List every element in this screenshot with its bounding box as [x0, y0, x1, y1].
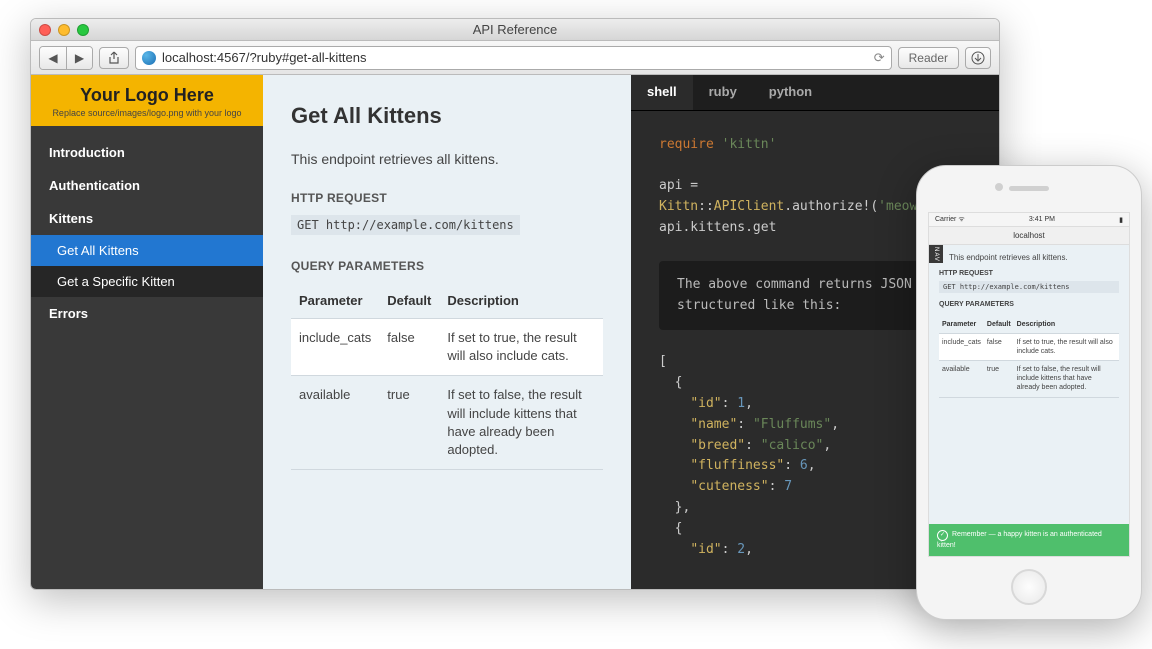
cell-desc: If set to true, the result will also inc… [439, 319, 603, 376]
share-icon [107, 51, 121, 65]
sidebar-item-introduction[interactable]: Introduction [31, 136, 263, 169]
share-button[interactable] [99, 47, 129, 69]
phone-cell: true [984, 361, 1014, 397]
url-text: localhost:4567/?ruby#get-all-kittens [162, 50, 868, 65]
tab-ruby[interactable]: ruby [693, 75, 753, 110]
iphone-mockup: Carrier ᯤ 3:41 PM ▮ localhost NAV This e… [916, 165, 1142, 620]
browser-toolbar: ◀ ▶ localhost:4567/?ruby#get-all-kittens… [31, 41, 999, 75]
phone-th-param: Parameter [939, 316, 984, 334]
phone-http-code: GET http://example.com/kittens [939, 281, 1119, 293]
cell-default: true [379, 376, 439, 470]
th-description: Description [439, 283, 603, 319]
logo-title: Your Logo Here [39, 85, 255, 106]
phone-cell: If set to true, the result will also inc… [1014, 334, 1119, 361]
phone-params-table: Parameter Default Description include_ca… [939, 316, 1119, 398]
sidebar-nav: Introduction Authentication Kittens Get … [31, 126, 263, 330]
logo-subtitle: Replace source/images/logo.png with your… [39, 108, 255, 118]
http-request-label: HTTP REQUEST [291, 191, 603, 205]
back-button[interactable]: ◀ [40, 47, 66, 69]
titlebar: API Reference [31, 19, 999, 41]
phone-th-desc: Description [1014, 316, 1119, 334]
reader-button[interactable]: Reader [898, 47, 959, 69]
phone-nav-toggle[interactable]: NAV [929, 245, 943, 263]
phone-row: available true If set to false, the resu… [939, 361, 1119, 397]
sidebar-item-authentication[interactable]: Authentication [31, 169, 263, 202]
phone-time: 3:41 PM [1029, 216, 1055, 223]
th-default: Default [379, 283, 439, 319]
sidebar-subitem-get-specific-kitten[interactable]: Get a Specific Kitten [31, 266, 263, 297]
phone-camera-icon [995, 183, 1003, 191]
phone-cell: include_cats [939, 334, 984, 361]
browser-window: API Reference ◀ ▶ localhost:4567/?ruby#g… [30, 18, 1000, 590]
phone-intro: This endpoint retrieves all kittens. [949, 253, 1119, 262]
query-params-label: QUERY PARAMETERS [291, 259, 603, 273]
phone-carrier: Carrier ᯤ [935, 215, 965, 224]
downloads-button[interactable] [965, 47, 991, 69]
http-request-code: GET http://example.com/kittens [291, 215, 520, 235]
sidebar-subitem-get-all-kittens[interactable]: Get All Kittens [31, 235, 263, 266]
phone-speaker-icon [1009, 186, 1049, 191]
favicon-icon [142, 51, 156, 65]
reload-inline-button[interactable]: ⟳ [874, 50, 885, 66]
table-row: include_cats false If set to true, the r… [291, 319, 603, 376]
window-title: API Reference [31, 22, 999, 37]
phone-addressbar[interactable]: localhost [929, 227, 1129, 245]
url-bar[interactable]: localhost:4567/?ruby#get-all-kittens ⟳ [135, 46, 892, 70]
phone-home-button[interactable] [1011, 569, 1047, 605]
phone-http-label: HTTP REQUEST [939, 270, 1119, 277]
intro-text: This endpoint retrieves all kittens. [291, 151, 603, 167]
logo-box: Your Logo Here Replace source/images/log… [31, 75, 263, 126]
th-parameter: Parameter [291, 283, 379, 319]
content-panel: Get All Kittens This endpoint retrieves … [263, 75, 631, 589]
phone-query-label: QUERY PARAMETERS [939, 301, 1119, 308]
cell-param: include_cats [291, 319, 379, 376]
phone-screen: Carrier ᯤ 3:41 PM ▮ localhost NAV This e… [928, 212, 1130, 557]
table-row: available true If set to false, the resu… [291, 376, 603, 470]
phone-cell: available [939, 361, 984, 397]
cell-desc: If set to false, the result will include… [439, 376, 603, 470]
language-tabs: shell ruby python [631, 75, 999, 111]
cell-default: false [379, 319, 439, 376]
forward-button[interactable]: ▶ [66, 47, 92, 69]
phone-statusbar: Carrier ᯤ 3:41 PM ▮ [929, 213, 1129, 227]
tab-shell[interactable]: shell [631, 75, 693, 110]
viewport: Your Logo Here Replace source/images/log… [31, 75, 999, 589]
phone-content: This endpoint retrieves all kittens. HTT… [929, 245, 1129, 406]
params-table: Parameter Default Description include_ca… [291, 283, 603, 470]
phone-row: include_cats false If set to true, the r… [939, 334, 1119, 361]
nav-buttons: ◀ ▶ [39, 46, 93, 70]
phone-battery-icon: ▮ [1119, 216, 1123, 224]
phone-success-banner: Remember — a happy kitten is an authenti… [929, 524, 1129, 556]
tab-python[interactable]: python [753, 75, 828, 110]
phone-th-default: Default [984, 316, 1014, 334]
cell-param: available [291, 376, 379, 470]
phone-cell: false [984, 334, 1014, 361]
page-heading: Get All Kittens [291, 103, 603, 129]
sidebar-item-kittens[interactable]: Kittens [31, 202, 263, 235]
sidebar-item-errors[interactable]: Errors [31, 297, 263, 330]
phone-cell: If set to false, the result will include… [1014, 361, 1119, 397]
sidebar: Your Logo Here Replace source/images/log… [31, 75, 263, 589]
download-icon [971, 51, 985, 65]
